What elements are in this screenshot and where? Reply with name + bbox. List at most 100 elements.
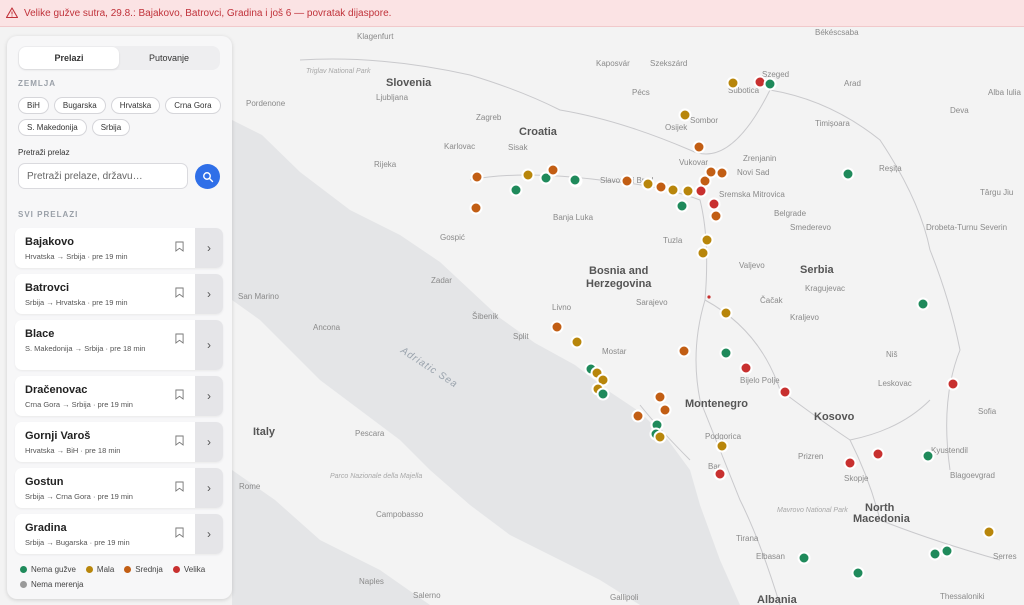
bookmark-icon[interactable] (175, 389, 184, 400)
tab-prelazi[interactable]: Prelazi (19, 47, 119, 69)
search-button[interactable] (195, 164, 220, 189)
crossing-marker[interactable] (843, 456, 857, 470)
crossing-meta: Hrvatska → Srbija · pre 19 min (25, 252, 128, 261)
crossing-marker[interactable] (946, 377, 960, 391)
bookmark-icon[interactable] (175, 527, 184, 538)
crossing-marker[interactable] (596, 387, 610, 401)
list-item[interactable]: Batrovci Srbija → Hrvatska · pre 19 min … (15, 274, 223, 314)
crossing-marker[interactable] (709, 209, 723, 223)
crossing-marker[interactable] (694, 184, 708, 198)
city-label: Szekszárd (650, 59, 687, 68)
crossing-marker[interactable] (696, 246, 710, 260)
chevron-right-icon[interactable]: › (195, 376, 223, 416)
crossing-marker[interactable] (654, 180, 668, 194)
list-item[interactable]: Blace S. Makedonija → Srbija · pre 18 mi… (15, 320, 223, 370)
crossing-marker[interactable] (704, 165, 718, 179)
crossing-marker[interactable] (675, 199, 689, 213)
crossing-marker[interactable] (739, 361, 753, 375)
crossing-marker[interactable] (700, 233, 714, 247)
crossing-marker[interactable] (641, 177, 655, 191)
crossing-marker[interactable] (681, 184, 695, 198)
crossing-marker[interactable] (707, 197, 721, 211)
city-label: Prizren (798, 452, 823, 461)
city-label: Thessaloniki (940, 592, 985, 601)
alert-banner: Velike gužve sutra, 29.8.: Bajakovo, Bat… (0, 0, 1024, 27)
city-label: Deva (950, 106, 969, 115)
crossing-marker[interactable] (470, 170, 484, 184)
chip-bih[interactable]: BiH (18, 97, 49, 114)
city-label: Târgu Jiu (980, 188, 1013, 197)
crossing-meta: Srbija → Hrvatska · pre 19 min (25, 298, 128, 307)
crossing-marker[interactable] (715, 439, 729, 453)
crossing-marker[interactable] (797, 551, 811, 565)
crossing-marker[interactable] (982, 525, 996, 539)
view-tabs: Prelazi Putovanje (18, 46, 220, 70)
crossing-marker[interactable] (570, 335, 584, 349)
crossing-marker[interactable] (871, 447, 885, 461)
crossing-marker[interactable] (916, 297, 930, 311)
city-label: Zadar (431, 276, 452, 285)
crossing-marker[interactable] (631, 409, 645, 423)
chip-srbija[interactable]: Srbija (91, 119, 131, 136)
crossing-marker[interactable] (678, 108, 692, 122)
city-label: Rome (239, 482, 261, 491)
search-input[interactable] (18, 163, 188, 189)
crossing-marker[interactable] (726, 76, 740, 90)
list-item[interactable]: Gostun Srbija → Crna Gora · pre 19 min › (15, 468, 223, 508)
city-label: Ancona (313, 323, 341, 332)
crossing-marker[interactable] (521, 168, 535, 182)
crossing-meta: Srbija → Crna Gora · pre 19 min (25, 492, 133, 501)
chip-crna-gora[interactable]: Crna Gora (165, 97, 221, 114)
chip-bugarska[interactable]: Bugarska (53, 97, 106, 114)
crossing-marker[interactable] (658, 403, 672, 417)
chevron-right-icon[interactable]: › (195, 422, 223, 462)
crossing-marker[interactable] (713, 467, 727, 481)
crossing-marker[interactable] (653, 430, 667, 444)
crossing-marker[interactable] (715, 166, 729, 180)
crossing-marker[interactable] (851, 566, 865, 580)
bookmark-icon[interactable] (175, 481, 184, 492)
list-item[interactable]: Dračenovac Crna Gora → Srbija · pre 19 m… (15, 376, 223, 416)
crossing-marker[interactable] (509, 183, 523, 197)
crossing-marker[interactable] (928, 547, 942, 561)
chevron-right-icon[interactable]: › (195, 468, 223, 508)
chevron-right-icon[interactable]: › (195, 514, 223, 554)
bookmark-icon[interactable] (175, 333, 184, 344)
bookmark-icon[interactable] (175, 241, 184, 252)
crossing-marker[interactable] (940, 544, 954, 558)
chip-hrvatska[interactable]: Hrvatska (110, 97, 161, 114)
list-item[interactable]: Gradina Srbija → Bugarska · pre 19 min › (15, 514, 223, 554)
crossing-marker[interactable] (692, 140, 706, 154)
crossing-marker[interactable] (666, 183, 680, 197)
crossing-marker[interactable] (546, 163, 560, 177)
chevron-right-icon[interactable]: › (195, 320, 223, 370)
crossing-marker[interactable] (841, 167, 855, 181)
crossing-marker[interactable] (677, 344, 691, 358)
crossing-marker[interactable] (763, 77, 777, 91)
crossing-marker[interactable] (719, 306, 733, 320)
city-label: Sisak (508, 143, 529, 152)
bookmark-icon[interactable] (175, 287, 184, 298)
list-item[interactable]: Gornji Varoš Hrvatska → BiH · pre 18 min… (15, 422, 223, 462)
legend-item: Nema merenja (20, 580, 83, 589)
city-label: Kyustendil (931, 446, 968, 455)
crossing-marker[interactable] (921, 449, 935, 463)
crossing-meta: S. Makedonija → Srbija · pre 18 min (25, 344, 146, 353)
crossing-name: Bajakovo (25, 236, 74, 248)
crossing-marker[interactable] (550, 320, 564, 334)
legend-label: Velika (183, 565, 206, 574)
crossing-marker[interactable] (778, 385, 792, 399)
crossing-marker[interactable] (653, 390, 667, 404)
crossing-marker[interactable] (719, 346, 733, 360)
list-item[interactable]: Bajakovo Hrvatska → Srbija · pre 19 min … (15, 228, 223, 268)
chip-s-makedonija[interactable]: S. Makedonija (18, 119, 87, 136)
tab-putovanje[interactable]: Putovanje (119, 47, 219, 69)
chevron-right-icon[interactable]: › (195, 228, 223, 268)
chevron-right-icon[interactable]: › (195, 274, 223, 314)
city-label: Skopje (844, 474, 869, 483)
crossing-marker[interactable] (620, 174, 634, 188)
crossing-marker[interactable] (469, 201, 483, 215)
tyrrhenian-sea (232, 470, 430, 605)
bookmark-icon[interactable] (175, 435, 184, 446)
crossing-marker[interactable] (568, 173, 582, 187)
